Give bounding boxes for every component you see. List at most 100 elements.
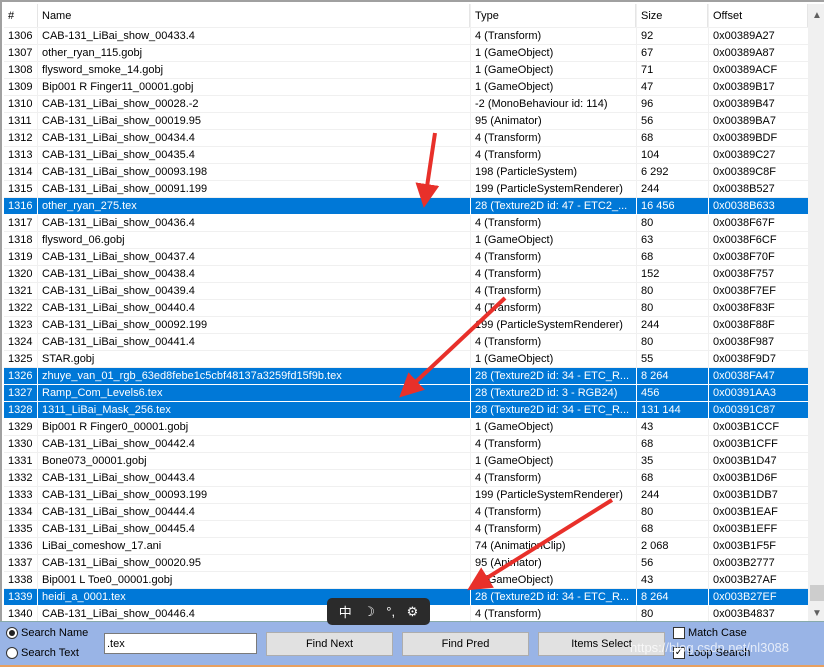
table-row[interactable]: 1327 Ramp_Com_Levels6.tex 28 (Texture2D id… <box>4 385 808 402</box>
cell-index: 1313 <box>4 147 38 163</box>
cell-index: 1339 <box>4 589 38 605</box>
cell-type: 4 (Transform) <box>470 130 636 146</box>
table-row[interactable]: 1338 Bip001 L Toe0_00001.gobj 1 (GameObjec… <box>4 572 808 589</box>
cell-type: 199 (ParticleSystemRenderer) <box>470 487 636 503</box>
cell-size: 8 264 <box>636 589 708 605</box>
table-row[interactable]: 1310 CAB-131_LiBai_show_00028.-2 -2 (MonoB… <box>4 96 808 113</box>
cell-name: other_ryan_115.gobj <box>42 47 143 59</box>
gear-icon[interactable]: ⚙ <box>407 604 419 620</box>
table-row[interactable]: 1312 CAB-131_LiBai_show_00434.4 4 (Transfo… <box>4 130 808 147</box>
cell-type: 4 (Transform) <box>470 470 636 486</box>
cell-offset: 0x00389ACF <box>708 62 808 78</box>
table-row[interactable]: 1315 CAB-131_LiBai_show_00091.199 199 (Par… <box>4 181 808 198</box>
cell-index: 1321 <box>4 283 38 299</box>
table-row[interactable]: 1334 CAB-131_LiBai_show_00444.4 4 (Transfo… <box>4 504 808 521</box>
cell-index: 1306 <box>4 28 38 44</box>
table-row[interactable]: 1316 other_ryan_275.tex 28 (Texture2D id: … <box>4 198 808 215</box>
cell-offset: 0x00389C27 <box>708 147 808 163</box>
cell-offset: 0x0038B527 <box>708 181 808 197</box>
cell-index: 1307 <box>4 45 38 61</box>
column-header-name[interactable]: Name <box>38 4 470 27</box>
cell-index: 1322 <box>4 300 38 316</box>
cell-index: 1310 <box>4 96 38 112</box>
cell-index: 1311 <box>4 113 38 129</box>
table-row[interactable]: 1335 CAB-131_LiBai_show_00445.4 4 (Transfo… <box>4 521 808 538</box>
cell-name: CAB-131_LiBai_show_00028.-2 <box>42 98 199 110</box>
table-row[interactable]: 1306 CAB-131_LiBai_show_00433.4 4 (Transfo… <box>4 28 808 45</box>
cell-name: flysword_smoke_14.gobj <box>42 64 164 76</box>
cell-index: 1329 <box>4 419 38 435</box>
table-row[interactable]: 1319 CAB-131_LiBai_show_00437.4 4 (Transfo… <box>4 249 808 266</box>
search-name-radio[interactable]: Search Name <box>6 627 88 639</box>
cell-offset: 0x0038FA47 <box>708 368 808 384</box>
scroll-down-icon[interactable]: ▼ <box>812 608 822 619</box>
search-text-radio[interactable]: Search Text <box>6 647 79 659</box>
table-row[interactable]: 1336 LiBai_comeshow_17.ani 74 (AnimationCl… <box>4 538 808 555</box>
cell-name: flysword_06.gobj <box>42 234 125 246</box>
cell-name: LiBai_comeshow_17.ani <box>42 540 162 552</box>
search-input[interactable] <box>104 633 257 654</box>
table-row[interactable]: 1323 CAB-131_LiBai_show_00092.199 199 (Par… <box>4 317 808 334</box>
punctuation-icon[interactable]: °, <box>386 604 395 619</box>
search-name-label: Search Name <box>21 627 89 639</box>
table-row[interactable]: 1311 CAB-131_LiBai_show_00019.95 95 (Anima… <box>4 113 808 130</box>
cell-name: STAR.gobj <box>42 353 95 365</box>
cell-index: 1320 <box>4 266 38 282</box>
table-row[interactable]: 1333 CAB-131_LiBai_show_00093.199 199 (Par… <box>4 487 808 504</box>
table-row[interactable]: 1331 Bone073_00001.gobj 1 (GameObject) 35 0x… <box>4 453 808 470</box>
cell-name: CAB-131_LiBai_show_00093.198 <box>42 166 208 178</box>
cell-offset: 0x003B1CFF <box>708 436 808 452</box>
scroll-up-icon[interactable]: ▲ <box>812 10 822 21</box>
table-row[interactable]: 1337 CAB-131_LiBai_show_00020.95 95 (Anima… <box>4 555 808 572</box>
table-row[interactable]: 1317 CAB-131_LiBai_show_00436.4 4 (Transfo… <box>4 215 808 232</box>
cell-size: 96 <box>636 96 708 112</box>
ime-language-icon[interactable]: 中 <box>339 602 352 621</box>
table-row[interactable]: 1318 flysword_06.gobj 1 (GameObject) 63 0x00… <box>4 232 808 249</box>
table-row[interactable]: 1330 CAB-131_LiBai_show_00442.4 4 (Transfo… <box>4 436 808 453</box>
table-row[interactable]: 1313 CAB-131_LiBai_show_00435.4 4 (Transfo… <box>4 147 808 164</box>
cell-size: 71 <box>636 62 708 78</box>
cell-size: 43 <box>636 572 708 588</box>
table-row[interactable]: 1324 CAB-131_LiBai_show_00441.4 4 (Transfo… <box>4 334 808 351</box>
cell-type: 4 (Transform) <box>470 334 636 350</box>
column-header-offset[interactable]: Offset <box>708 4 808 27</box>
find-pred-button[interactable]: Find Pred <box>402 632 529 656</box>
cell-offset: 0x0038F88F <box>708 317 808 333</box>
cell-offset: 0x003B1F5F <box>708 538 808 554</box>
table-row[interactable]: 1320 CAB-131_LiBai_show_00438.4 4 (Transfo… <box>4 266 808 283</box>
cell-offset: 0x003B1D6F <box>708 470 808 486</box>
cell-name: Bip001 L Toe0_00001.gobj <box>42 574 173 586</box>
table-row[interactable]: 1309 Bip001 R Finger11_00001.gobj 1 (GameO… <box>4 79 808 96</box>
cell-name: CAB-131_LiBai_show_00092.199 <box>42 319 208 331</box>
table-row[interactable]: 1328 1311_LiBai_Mask_256.tex 28 (Texture2D… <box>4 402 808 419</box>
cell-type: 1 (GameObject) <box>470 419 636 435</box>
table-row[interactable]: 1307 other_ryan_115.gobj 1 (GameObject) 67 0… <box>4 45 808 62</box>
table-row[interactable]: 1332 CAB-131_LiBai_show_00443.4 4 (Transfo… <box>4 470 808 487</box>
table-row[interactable]: 1314 CAB-131_LiBai_show_00093.198 198 (Par… <box>4 164 808 181</box>
column-header-type[interactable]: Type <box>470 4 636 27</box>
table-row[interactable]: 1321 CAB-131_LiBai_show_00439.4 4 (Transfo… <box>4 283 808 300</box>
column-header-size[interactable]: Size <box>636 4 708 27</box>
cell-type: 4 (Transform) <box>470 300 636 316</box>
table-row[interactable]: 1308 flysword_smoke_14.gobj 1 (GameObject)… <box>4 62 808 79</box>
cell-index: 1323 <box>4 317 38 333</box>
column-header-index[interactable]: # <box>4 4 38 27</box>
table-row[interactable]: 1329 Bip001 R Finger0_00001.gobj 1 (GameOb… <box>4 419 808 436</box>
watermark: https://blog.csdn.net/nl3088 <box>630 640 790 655</box>
scrollbar-thumb[interactable] <box>810 585 824 601</box>
cell-offset: 0x003B2777 <box>708 555 808 571</box>
table-row[interactable]: 1326 zhuye_van_01_rgb_63ed8febe1c5cbf4813… <box>4 368 808 385</box>
cell-type: 4 (Transform) <box>470 249 636 265</box>
match-case-checkbox[interactable]: Match Case <box>673 627 747 639</box>
vertical-scrollbar[interactable]: ▲ ▼ <box>808 4 824 623</box>
table-row[interactable]: 1322 CAB-131_LiBai_show_00440.4 4 (Transfo… <box>4 300 808 317</box>
moon-icon[interactable]: ☽ <box>363 604 375 620</box>
asset-table: # Name Type Size Offset 1306 CAB-131_LiBa… <box>4 4 808 623</box>
cell-type: -2 (MonoBehaviour id: 114) <box>470 96 636 112</box>
cell-name: CAB-131_LiBai_show_00091.199 <box>42 183 208 195</box>
table-row[interactable]: 1325 STAR.gobj 1 (GameObject) 55 0x0038F9D7 <box>4 351 808 368</box>
find-next-button[interactable]: Find Next <box>266 632 393 656</box>
cell-type: 198 (ParticleSystem) <box>470 164 636 180</box>
cell-type: 28 (Texture2D id: 34 - ETC_R... <box>470 589 636 605</box>
cell-name: CAB-131_LiBai_show_00439.4 <box>42 285 195 297</box>
